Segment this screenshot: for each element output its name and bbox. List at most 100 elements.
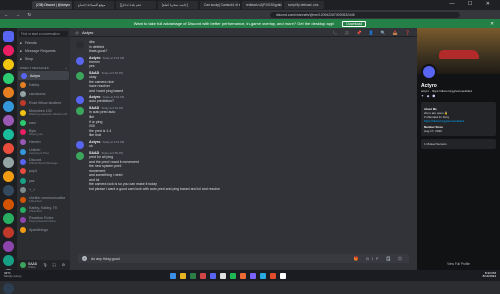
view-full-profile-link[interactable]: View Full Profile bbox=[417, 262, 500, 266]
server-icon[interactable] bbox=[3, 241, 14, 252]
dm-list-item[interactable]: zazokuma bbox=[17, 89, 70, 98]
dm-nav-item[interactable]: ■ Message Requests bbox=[17, 47, 70, 55]
server-icon[interactable] bbox=[3, 129, 14, 140]
browser-tab[interactable]: redlead.ru2(P20192qpak3) bbox=[242, 1, 282, 9]
dm-list-item[interactable]: +_+ bbox=[17, 185, 70, 194]
server-icon[interactable] bbox=[3, 115, 14, 126]
dm-list-item[interactable]: Rose fellow studiere bbox=[17, 99, 70, 108]
taskbar-app-icon[interactable] bbox=[280, 272, 286, 279]
nav-arrows-icon[interactable]: ← → ↻ bbox=[4, 12, 34, 18]
browser-tab[interactable]: Can sucky] Cardsub1 di esam bbox=[200, 1, 240, 9]
taskbar-app-icon[interactable] bbox=[220, 272, 226, 279]
mutual-servers[interactable]: 1 Mutual Servers bbox=[421, 139, 496, 149]
add-dm-icon[interactable]: + bbox=[65, 66, 67, 70]
server-icon[interactable] bbox=[3, 143, 14, 154]
at-icon: @ bbox=[75, 29, 80, 35]
server-icon[interactable] bbox=[3, 73, 14, 84]
profile-avatar[interactable] bbox=[421, 64, 437, 80]
server-icon[interactable] bbox=[3, 255, 14, 266]
browser-tab[interactable]: script fly detroad .ons bbox=[284, 1, 324, 9]
avatar[interactable] bbox=[76, 56, 84, 65]
dm-list-item[interactable]: Actyro bbox=[18, 71, 69, 81]
taskbar-app-icon[interactable] bbox=[210, 272, 216, 279]
server-icon[interactable] bbox=[3, 87, 14, 98]
taskbar-app-icon[interactable] bbox=[260, 272, 266, 279]
clock-date: 8/13/2024 bbox=[482, 274, 496, 279]
server-icon[interactable] bbox=[3, 59, 14, 70]
taskbar-app-icon[interactable] bbox=[250, 272, 256, 279]
url-field[interactable]: discord.com/channels/@me/120942267492063… bbox=[270, 11, 460, 18]
dm-nav-item[interactable]: ■ Friends bbox=[17, 39, 70, 47]
message-input[interactable]: + do any thing good 🎁 GIF 🗒 😊 bbox=[78, 254, 409, 263]
message-input-text[interactable]: do any thing good bbox=[91, 257, 120, 261]
server-icon[interactable] bbox=[3, 45, 14, 56]
download-button[interactable]: Download bbox=[342, 20, 367, 27]
taskbar-app-icon[interactable] bbox=[230, 272, 236, 279]
avatar[interactable] bbox=[76, 96, 84, 105]
dm-list-item[interactable]: Unibeb Listening to Pheo bbox=[17, 147, 70, 157]
dm-nav-label: Message Requests bbox=[24, 49, 56, 53]
avatar[interactable] bbox=[76, 107, 84, 116]
avatar bbox=[20, 81, 26, 88]
message-timestamp: Today at 6:54 PM bbox=[102, 139, 125, 144]
dm-list-item[interactable]: yaz bbox=[17, 176, 70, 185]
message-text: yes bbox=[89, 64, 95, 69]
taskbar-app-icon[interactable] bbox=[200, 272, 206, 279]
dm-nav-label: Shop bbox=[24, 57, 34, 61]
taskbar-app-icon[interactable] bbox=[240, 272, 246, 279]
dm-list-item[interactable]: Kabby bbox=[17, 80, 70, 89]
avatar[interactable] bbox=[20, 262, 26, 268]
browser-tab[interactable]: [جانيت سخرة كملة] bbox=[158, 1, 198, 9]
weather-widget[interactable]: 31°C Mostly sunny bbox=[4, 271, 22, 279]
server-icon[interactable] bbox=[3, 227, 14, 238]
avatar bbox=[76, 41, 84, 49]
profile-panel: Actyro actyro · https://discord.gg/sunve… bbox=[417, 28, 500, 270]
message-group: SAAD Today at 6:55 PM pred for all ping and… bbox=[70, 151, 417, 192]
avatar bbox=[20, 226, 26, 233]
dm-list-item[interactable]: nasi bbox=[17, 118, 70, 127]
server-icon[interactable] bbox=[3, 283, 14, 294]
dm-nav-item[interactable]: ■ Shop bbox=[17, 55, 70, 63]
dm-subtext: Playing Reaction Roles bbox=[29, 220, 56, 224]
taskbar-app-icon[interactable] bbox=[180, 272, 186, 279]
message-group: dbs in deleted thats good? bbox=[70, 40, 417, 54]
dm-list-item[interactable]: pup4 bbox=[17, 167, 70, 176]
avatar[interactable] bbox=[76, 140, 84, 149]
server-icon[interactable] bbox=[3, 101, 14, 112]
taskbar-app-icon[interactable] bbox=[270, 272, 276, 279]
header-toolbar-icons[interactable]: 📞 🎥 📌 👤 🔍 📥 ❓ bbox=[332, 30, 413, 35]
avatar bbox=[20, 158, 26, 165]
dm-search-input[interactable]: Find or start a conversation bbox=[19, 31, 68, 37]
server-icon[interactable] bbox=[3, 31, 14, 42]
server-icon[interactable] bbox=[3, 213, 14, 224]
server-icon[interactable] bbox=[3, 199, 14, 210]
dm-list-item[interactable]: Kabby, Kabby, TK 3 Members bbox=[17, 205, 70, 215]
dm-list-item[interactable]: Reaction Roles Playing Reaction Roles bbox=[17, 215, 70, 225]
window-controls[interactable]: — ☐ ✕ bbox=[450, 1, 496, 7]
browser-tab[interactable]: []دغم بلدنا تدخل bbox=[116, 1, 156, 9]
profile-link[interactable]: https://discord.gg/sunverabled bbox=[424, 119, 493, 123]
avatar[interactable] bbox=[76, 151, 84, 160]
taskbar-app-icon[interactable] bbox=[190, 272, 196, 279]
settings-gear-icon[interactable]: 🎙 🎧 ⚙ bbox=[43, 263, 67, 267]
dm-list-item[interactable]: Discord Official Discord Message bbox=[17, 157, 70, 167]
server-icon[interactable] bbox=[3, 157, 14, 168]
system-clock[interactable]: 8:33 PM 8/13/2024 bbox=[482, 271, 496, 279]
avatar[interactable] bbox=[76, 71, 84, 80]
dm-list-item[interactable]: vheiller communicative 4 Members bbox=[17, 194, 70, 204]
browser-tab[interactable]: (238) Discord | @Actyro bbox=[32, 1, 72, 9]
input-toolbar-icons[interactable]: 🎁 GIF 🗒 😊 bbox=[354, 256, 405, 261]
server-icon[interactable] bbox=[3, 185, 14, 196]
close-icon[interactable]: ✕ bbox=[490, 21, 494, 27]
dm-list-item[interactable]: Byto Playing yaa bbox=[17, 127, 70, 137]
dm-list-item[interactable]: Momoken 102 Watching seasonal m&ficebs vi… bbox=[17, 108, 70, 118]
browser-tab[interactable]: موقع للسياحة اجتماع bbox=[74, 1, 114, 9]
attach-plus-icon[interactable]: + bbox=[82, 256, 87, 261]
user-name: SAAD bbox=[28, 261, 38, 266]
dm-list-item[interactable]: Sparkthings bbox=[17, 225, 70, 234]
taskbar-app-icon[interactable] bbox=[170, 272, 176, 279]
dm-name: yaz bbox=[29, 178, 35, 183]
message-text: auto prediction? bbox=[89, 99, 114, 104]
dm-list-item[interactable]: Hamen bbox=[17, 137, 70, 146]
server-icon[interactable] bbox=[3, 171, 14, 182]
